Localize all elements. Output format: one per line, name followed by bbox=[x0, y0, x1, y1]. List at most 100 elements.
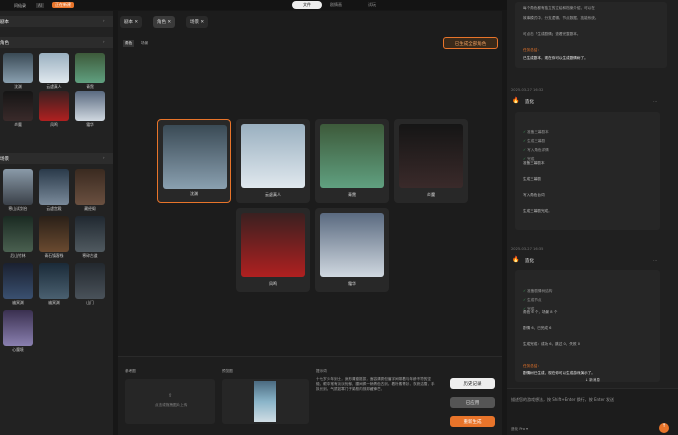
ref-label: 参考图 bbox=[125, 369, 136, 373]
ai-badge: AI bbox=[36, 3, 44, 8]
section-label: 场景 bbox=[0, 157, 9, 162]
task-summary-text: 剧情树已生成，现在你可以生成游戏演示了。 bbox=[523, 371, 595, 375]
character-portrait bbox=[399, 124, 463, 188]
scene-section-header[interactable]: 场景 › bbox=[0, 153, 113, 164]
more-icon[interactable]: ⋯ bbox=[653, 258, 657, 263]
character-name: 霜华 bbox=[348, 281, 356, 286]
more-icon[interactable]: ⋯ bbox=[653, 99, 657, 104]
scene-thumb[interactable]: 后山竹林 bbox=[3, 216, 33, 258]
task-summary-title: 任务总结： bbox=[523, 364, 541, 368]
character-thumb[interactable]: 炎魔 bbox=[3, 91, 33, 127]
scene-thumb[interactable]: 幽冥渊 bbox=[3, 263, 33, 305]
character-name: 凤鸣 bbox=[269, 281, 277, 286]
main-canvas: 剧本 ✕ 角色 ✕ 场景 ✕ 角色 场景 已生成全部角色 沈渊 云虚真人 青霓 炎魔凤… bbox=[118, 11, 502, 435]
character-portrait bbox=[241, 213, 305, 277]
timestamp: 2025-03-27 16:32 bbox=[511, 88, 544, 92]
character-name: 炎魔 bbox=[427, 192, 435, 197]
flame-icon: 🔥 bbox=[512, 97, 520, 104]
scene-thumb[interactable]: 寒山试剑台 bbox=[3, 169, 33, 211]
agent-name: 造化 bbox=[525, 259, 534, 264]
chevron-right-icon[interactable]: › bbox=[103, 39, 105, 44]
section-label: 剧本 bbox=[0, 20, 9, 25]
thumb-label: 心魔境 bbox=[12, 347, 24, 352]
filter-scenes[interactable]: 场景 bbox=[139, 40, 150, 47]
thumb-image bbox=[75, 53, 105, 83]
upload-icon: ⇪ bbox=[168, 393, 173, 399]
log-line: 生成三幕剧完成。 bbox=[523, 209, 552, 213]
task-summary-text: 已生成剧本，现在你可以生成剧情树了。 bbox=[523, 56, 588, 60]
character-portrait bbox=[320, 124, 384, 188]
thumb-label: 云虚真人 bbox=[46, 84, 62, 89]
tab-characters[interactable]: 角色 ✕ bbox=[153, 16, 176, 28]
scene-thumb[interactable]: 青石镇客栈 bbox=[39, 216, 69, 258]
character-section-header[interactable]: 角色 › bbox=[0, 37, 113, 48]
prompt-text[interactable]: 十七岁少年剑士，身形清瘦挺拔，面容清秀但眉宇间带着与年龄不符的坚毅。眼中常有淡淡… bbox=[316, 377, 438, 427]
tab-label: 角色 bbox=[157, 20, 166, 25]
thumb-image bbox=[75, 91, 105, 121]
character-thumb[interactable]: 云虚真人 bbox=[39, 53, 69, 89]
scene-thumb[interactable]: 云虚宫殿 bbox=[39, 169, 69, 211]
character-card[interactable]: 青霓 bbox=[315, 119, 389, 203]
message-line: 故事模式中，分支逻辑、节点数据、技能系统。 bbox=[523, 16, 599, 20]
reference-upload[interactable]: ⇪ 点击或拖拽图片上传 bbox=[125, 379, 215, 424]
message-line: 每个角色都有独立的立绘和档案介绍，可以在 bbox=[523, 6, 595, 10]
scene-thumb[interactable]: 藏经阁 bbox=[75, 169, 105, 211]
log-line: 写入角色台词 bbox=[523, 193, 545, 197]
app-title: 问仙录 bbox=[14, 3, 26, 8]
tab-script[interactable]: 剧本 ✕ bbox=[120, 16, 143, 28]
preview-image bbox=[254, 381, 276, 422]
thumb-label: 青霓 bbox=[86, 84, 94, 89]
character-name: 青霓 bbox=[348, 192, 356, 197]
play-mode-button[interactable]: 试玩 bbox=[368, 2, 376, 8]
thumb-label: 炎魔 bbox=[14, 122, 22, 127]
applied-button[interactable]: 已应用 bbox=[450, 397, 495, 408]
scene-thumb[interactable]: 幽冥渊 bbox=[39, 263, 69, 305]
character-card[interactable]: 霜华 bbox=[315, 208, 389, 292]
thumb-image bbox=[75, 216, 105, 252]
model-select[interactable]: 造化 Pro ▾ bbox=[511, 427, 528, 432]
chat-input-area[interactable]: 描述您的游戏想法，按 Shift+Enter 换行，按 Enter 发送 造化 … bbox=[507, 388, 678, 435]
history-button[interactable]: 历史记录 bbox=[450, 378, 495, 389]
character-portrait bbox=[241, 124, 305, 188]
character-card[interactable]: 炎魔 bbox=[394, 119, 468, 203]
thumb-image bbox=[3, 216, 33, 252]
thumb-label: 藏经阁 bbox=[84, 206, 96, 211]
script-section-header[interactable]: 剧本 › bbox=[0, 16, 113, 27]
upload-hint: 点击或拖拽图片上传 bbox=[155, 403, 188, 407]
thumb-label: 山门 bbox=[86, 300, 94, 305]
thumb-image bbox=[39, 169, 69, 205]
chat-input[interactable]: 描述您的游戏想法，按 Shift+Enter 换行，按 Enter 发送 bbox=[511, 397, 614, 403]
regenerate-button[interactable]: 重新生成 bbox=[450, 416, 495, 427]
character-portrait bbox=[320, 213, 384, 277]
thumb-label: 云虚宫殿 bbox=[46, 206, 62, 211]
character-thumb[interactable]: 沈渊 bbox=[3, 53, 33, 89]
preview-label: 预览图 bbox=[222, 369, 233, 373]
chevron-right-icon[interactable]: › bbox=[103, 18, 105, 23]
asset-sidebar: 剧本 › 角色 › 沈渊 云虚真人 青霓炎魔 凤鸣 霜华 场景 › 寒山试剑台 云虚宫殿 藏… bbox=[0, 11, 113, 435]
thumb-image bbox=[39, 53, 69, 83]
story-mode-button[interactable]: 剧情画 bbox=[330, 2, 342, 8]
character-thumb[interactable]: 霜华 bbox=[75, 91, 105, 127]
character-name: 沈渊 bbox=[190, 191, 198, 196]
character-thumb[interactable]: 凤鸣 bbox=[39, 91, 69, 127]
chevron-right-icon[interactable]: › bbox=[103, 155, 105, 160]
scene-thumb[interactable]: 心魔境 bbox=[3, 310, 33, 352]
thumb-image bbox=[3, 169, 33, 205]
filter-characters[interactable]: 角色 bbox=[123, 40, 135, 47]
character-card[interactable]: 凤鸣 bbox=[236, 208, 310, 292]
file-mode-button[interactable]: 文件 bbox=[292, 1, 322, 9]
assistant-panel: 每个角色都有独立的立绘和档案介绍，可以在 故事模式中，分支逻辑、节点数据、技能系… bbox=[507, 0, 678, 435]
thumb-image bbox=[39, 263, 69, 299]
scene-thumb[interactable]: 山门 bbox=[75, 263, 105, 305]
thumb-image bbox=[39, 216, 69, 252]
scene-thumb[interactable]: 寒碎古道 bbox=[75, 216, 105, 258]
log-line: 角色 6 个，场景 8 个 bbox=[523, 310, 558, 314]
tab-scenes[interactable]: 场景 ✕ bbox=[186, 16, 209, 28]
character-card[interactable]: 沈渊 bbox=[157, 119, 231, 203]
character-thumb[interactable]: 青霓 bbox=[75, 53, 105, 89]
generate-all-button[interactable]: 已生成全部角色 bbox=[443, 37, 498, 49]
send-icon[interactable]: ↑ bbox=[659, 423, 669, 433]
new-message-indicator[interactable]: ↓ 新消息 bbox=[585, 378, 600, 383]
character-card[interactable]: 云虚真人 bbox=[236, 119, 310, 203]
timestamp: 2025-03-27 16:35 bbox=[511, 247, 544, 251]
